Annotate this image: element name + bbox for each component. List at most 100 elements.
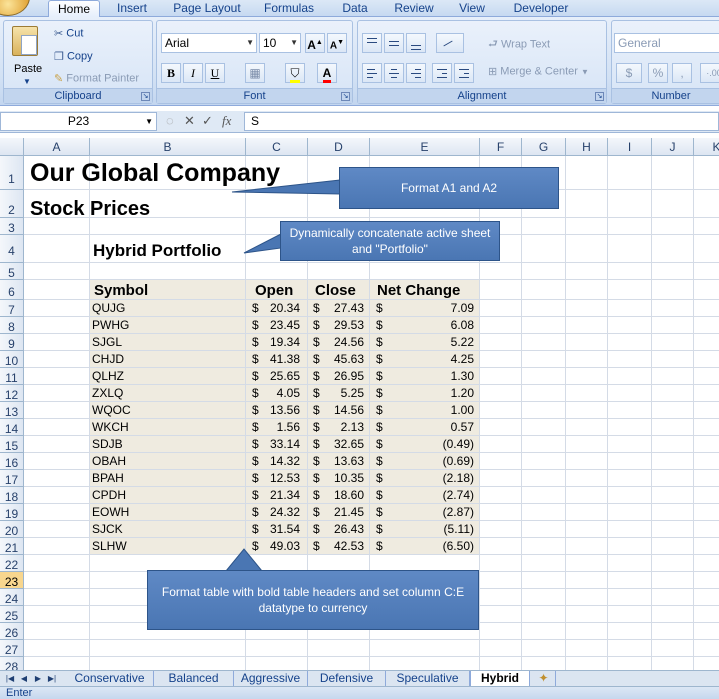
wrap-text-button[interactable]: ⮐ Wrap Text	[488, 35, 550, 54]
cut-label: Cut	[66, 27, 84, 40]
top-align-button[interactable]	[362, 33, 382, 53]
chevron-down-icon: ▼	[581, 67, 589, 77]
formula-bar: P23 ▼ ◌ ✕ ✓ fx S	[0, 111, 719, 133]
font-group: Arial ▼ 10 ▼ A▲ A▼ B I U ▦ ⛉ A Font ↘	[156, 20, 353, 104]
tab-home[interactable]: Home	[48, 0, 100, 18]
merge-center-label: Merge & Center	[500, 65, 578, 78]
formula-input[interactable]: S	[244, 112, 719, 131]
font-group-label: Font	[157, 88, 352, 103]
scissors-icon: ✂	[54, 28, 64, 40]
ribbon-tab-bar: Home Insert Page Layout Formulas Data Re…	[0, 0, 719, 18]
increase-decimal-button[interactable]: ·.00	[700, 63, 719, 83]
bottom-align-button[interactable]	[406, 33, 426, 53]
wrap-text-label: Wrap Text	[500, 38, 551, 51]
sheet-tab-balanced[interactable]: Balanced	[154, 671, 234, 686]
sheet-tab-bar: |◀ ◀ ▶ ▶| Conservative Balanced Aggressi…	[0, 670, 719, 686]
font-color-icon: A	[322, 66, 332, 83]
prev-sheet-icon[interactable]: ◀	[18, 673, 30, 685]
border-icon: ▦	[249, 66, 261, 80]
font-name-select[interactable]: Arial ▼	[161, 33, 257, 53]
chevron-down-icon: ▼	[290, 38, 298, 47]
align-right-button[interactable]	[406, 63, 426, 83]
increase-indent-button[interactable]	[454, 63, 474, 83]
ribbon: Paste ▼ ✂ Cut ❐ Copy ✎ Format Painter Cl…	[0, 17, 719, 106]
underline-button[interactable]: U	[205, 63, 225, 83]
format-painter-label: Format Painter	[66, 72, 140, 85]
sheet-tab-hybrid[interactable]: Hybrid	[470, 671, 530, 686]
sheet-tab-speculative[interactable]: Speculative	[386, 671, 470, 686]
bold-button[interactable]: B	[161, 63, 181, 83]
sheet-tab-conservative[interactable]: Conservative	[66, 671, 154, 686]
font-launcher-icon[interactable]: ↘	[341, 92, 350, 101]
next-sheet-icon[interactable]: ▶	[32, 673, 44, 685]
name-box[interactable]: P23 ▼	[0, 112, 157, 131]
status-bar: Enter	[0, 686, 719, 699]
formula-controls: ◌ ✕ ✓ fx	[162, 112, 242, 131]
callout-format-titles: Format A1 and A2	[339, 167, 559, 209]
worksheet-grid[interactable]: ABCDEFGHIJK 1 2 3 4 5 6 7 8 9 10 11 12 13 14 15 16 17 18 1…	[0, 138, 719, 670]
format-painter-button[interactable]: ✎ Format Painter	[54, 72, 139, 85]
chevron-down-icon[interactable]: ▼	[145, 113, 153, 130]
cancel-entry-icon[interactable]: ✕	[184, 113, 195, 129]
tab-review[interactable]: Review	[390, 0, 438, 17]
chevron-down-icon: ▼	[246, 38, 254, 47]
percent-format-button[interactable]: %	[648, 63, 668, 83]
tab-page-layout[interactable]: Page Layout	[168, 0, 246, 17]
borders-button[interactable]: ▦	[245, 63, 265, 83]
number-group: General $ % , ·.00 Number	[611, 20, 719, 104]
last-sheet-icon[interactable]: ▶|	[46, 673, 58, 685]
tab-view[interactable]: View	[452, 0, 492, 17]
align-left-button[interactable]	[362, 63, 382, 83]
pointer-concatenate	[243, 233, 282, 254]
paintbrush-icon: ✎	[54, 73, 64, 85]
insert-sheet-icon[interactable]: ✦	[532, 671, 556, 686]
tab-data[interactable]: Data	[336, 0, 374, 17]
tab-formulas[interactable]: Formulas	[258, 0, 320, 17]
cut-button[interactable]: ✂ Cut	[54, 27, 83, 40]
currency-format-button[interactable]: $	[616, 63, 642, 83]
middle-align-button[interactable]	[384, 33, 404, 53]
clipboard-group: Paste ▼ ✂ Cut ❐ Copy ✎ Format Painter Cl…	[3, 20, 153, 104]
italic-button[interactable]: I	[183, 63, 203, 83]
pointer-format-table	[224, 548, 264, 572]
first-sheet-icon[interactable]: |◀	[4, 673, 16, 685]
fill-color-button[interactable]: ⛉	[285, 63, 305, 83]
copy-icon: ❐	[54, 51, 64, 63]
font-size-select[interactable]: 10 ▼	[259, 33, 301, 53]
office-button[interactable]	[0, 0, 30, 16]
callout-concatenate: Dynamically concatenate active sheet and…	[280, 221, 500, 261]
paint-bucket-icon: ⛉	[290, 66, 300, 83]
sheet-tab-defensive[interactable]: Defensive	[308, 671, 386, 686]
status-mode: Enter	[6, 687, 33, 699]
font-size-value: 10	[263, 36, 277, 50]
copy-label: Copy	[66, 50, 93, 63]
comma-format-button[interactable]: ,	[672, 63, 692, 83]
orientation-button[interactable]	[436, 33, 464, 53]
shrink-font-button[interactable]: A▼	[327, 33, 347, 53]
grow-font-button[interactable]: A▲	[305, 33, 325, 53]
wrap-text-icon: ⮐	[488, 38, 498, 50]
merge-icon: ⊞	[488, 66, 498, 78]
number-format-select[interactable]: General	[614, 33, 719, 53]
number-group-label: Number	[612, 88, 719, 103]
sheet-tab-aggressive[interactable]: Aggressive	[234, 671, 308, 686]
paste-dropdown-icon[interactable]: ▼	[23, 77, 31, 86]
insert-function-icon[interactable]: fx	[222, 113, 231, 129]
formula-grip-icon: ◌	[166, 113, 174, 128]
copy-button[interactable]: ❐ Copy	[54, 50, 93, 63]
clipboard-launcher-icon[interactable]: ↘	[141, 92, 150, 101]
font-name-value: Arial	[165, 36, 190, 50]
alignment-group: ⮐ Wrap Text ⊞ Merge & Center ▼ Alignment…	[357, 20, 607, 104]
tab-insert[interactable]: Insert	[108, 0, 156, 17]
confirm-entry-icon[interactable]: ✓	[202, 113, 213, 129]
merge-center-button[interactable]: ⊞ Merge & Center ▼	[488, 65, 589, 78]
name-box-value: P23	[67, 114, 90, 128]
tab-developer[interactable]: Developer	[508, 0, 574, 17]
alignment-launcher-icon[interactable]: ↘	[595, 92, 604, 101]
font-color-button[interactable]: A	[317, 63, 337, 83]
decrease-indent-button[interactable]	[432, 63, 452, 83]
paste-icon[interactable]	[12, 26, 38, 56]
align-center-button[interactable]	[384, 63, 404, 83]
callout-format-table: Format table with bold table headers and…	[147, 570, 479, 630]
paste-button[interactable]: Paste	[14, 63, 42, 75]
